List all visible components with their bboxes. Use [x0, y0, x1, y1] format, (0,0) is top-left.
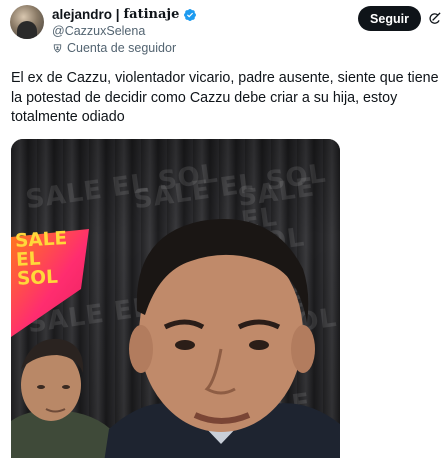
grok-icon[interactable] [427, 11, 442, 26]
display-name-styled[interactable]: fatinaje [124, 7, 180, 22]
follow-button[interactable]: Seguir [358, 6, 421, 31]
main-person [104, 219, 340, 458]
avatar[interactable] [10, 5, 44, 39]
follower-account-label: Cuenta de seguidor [52, 41, 176, 55]
tweet-text: El ex de Cazzu, violentador vicario, pad… [11, 70, 439, 125]
tweet-video[interactable]: SALE EL SOL SALE EL SOL SALE EL SOL SALE… [11, 139, 340, 458]
display-name[interactable]: alejandro | [52, 7, 120, 22]
author-handle[interactable]: @CazzuxSelena [52, 24, 145, 38]
tweet: alejandro | fatinaje @CazzuxSelena Cuent… [0, 0, 447, 458]
author-name-line[interactable]: alejandro | fatinaje [52, 7, 197, 22]
follower-account-text: Cuenta de seguidor [67, 41, 177, 55]
badge-text: SALE EL SOL [14, 228, 68, 290]
follower-account-icon [53, 43, 62, 53]
verified-badge-icon [184, 8, 197, 21]
